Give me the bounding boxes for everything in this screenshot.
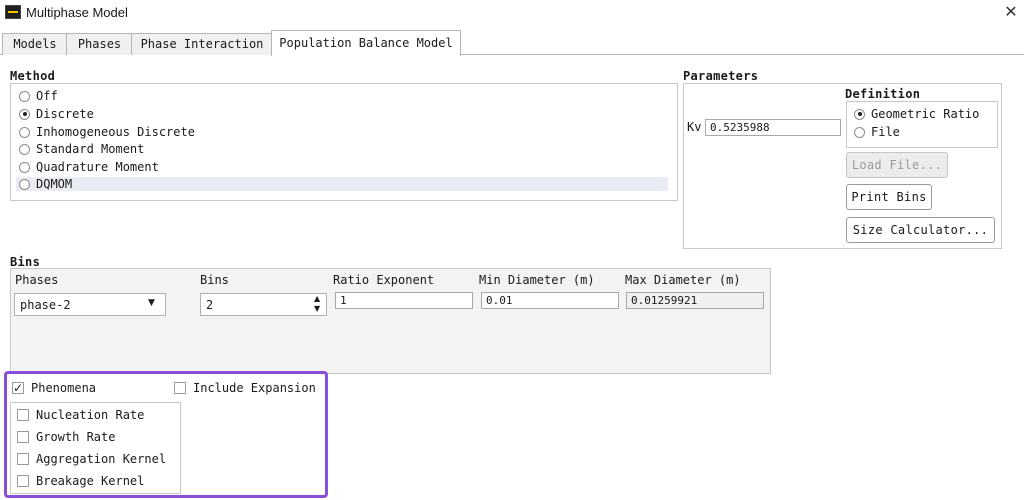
method-option-dqmom[interactable]: DQMOM bbox=[19, 176, 72, 192]
load-file-button[interactable]: Load File... bbox=[846, 152, 948, 178]
method-option-inhomogeneous-discrete[interactable]: Inhomogeneous Discrete bbox=[19, 124, 195, 140]
tab-models[interactable]: Models bbox=[2, 33, 68, 55]
include-expansion-checkbox[interactable]: Include Expansion bbox=[174, 380, 316, 396]
phenomena-item-label: Aggregation Kernel bbox=[36, 452, 167, 466]
checkbox-icon[interactable] bbox=[17, 475, 29, 487]
checkbox-icon[interactable] bbox=[17, 409, 29, 421]
kv-input[interactable]: 0.5235988 bbox=[705, 119, 841, 136]
checkbox-checked-icon[interactable]: ✓ bbox=[12, 382, 24, 394]
growth-rate-checkbox[interactable]: Growth Rate bbox=[17, 429, 115, 445]
definition-option-label: Geometric Ratio bbox=[871, 107, 980, 121]
method-option-label: Quadrature Moment bbox=[36, 160, 159, 174]
bins-col-min-diameter: Min Diameter (m) bbox=[479, 273, 595, 287]
ratio-exponent-input[interactable]: 1 bbox=[335, 292, 473, 309]
size-calculator-button[interactable]: Size Calculator... bbox=[846, 217, 995, 243]
phenomena-item-label: Growth Rate bbox=[36, 430, 116, 444]
min-diameter-input[interactable]: 0.01 bbox=[481, 292, 619, 309]
checkbox-icon[interactable] bbox=[17, 431, 29, 443]
window-title: Multiphase Model bbox=[26, 5, 128, 20]
include-expansion-label: Include Expansion bbox=[193, 381, 316, 395]
method-option-label: Standard Moment bbox=[36, 142, 145, 156]
print-bins-button[interactable]: Print Bins bbox=[846, 184, 932, 210]
bins-col-ratio-exponent: Ratio Exponent bbox=[333, 273, 435, 287]
radio-icon[interactable] bbox=[19, 90, 30, 102]
phenomena-checkbox[interactable]: ✓ Phenomena bbox=[12, 380, 96, 396]
aggregation-kernel-checkbox[interactable]: Aggregation Kernel bbox=[17, 451, 166, 467]
tab-phase-interaction[interactable]: Phase Interaction bbox=[131, 33, 273, 55]
definition-group-title: Definition bbox=[845, 87, 921, 101]
method-option-label: Discrete bbox=[36, 107, 94, 121]
method-option-off[interactable]: Off bbox=[19, 88, 58, 104]
method-option-discrete[interactable]: Discrete bbox=[19, 106, 94, 122]
definition-option-file[interactable]: File bbox=[854, 124, 900, 140]
method-group-title: Method bbox=[10, 69, 56, 83]
method-option-standard-moment[interactable]: Standard Moment bbox=[19, 141, 144, 157]
method-option-label: Inhomogeneous Discrete bbox=[36, 125, 195, 139]
close-icon[interactable]: ✕ bbox=[1000, 2, 1022, 22]
breakage-kernel-checkbox[interactable]: Breakage Kernel bbox=[17, 473, 144, 489]
bins-col-bins: Bins bbox=[200, 273, 229, 287]
chevron-down-icon[interactable]: ▼ bbox=[148, 298, 155, 308]
bins-stepper[interactable]: 2 ▲ ▼ bbox=[200, 293, 327, 316]
method-option-label: Off bbox=[36, 89, 58, 103]
method-selected-row-highlight bbox=[16, 177, 668, 191]
bins-col-phases: Phases bbox=[15, 273, 59, 287]
radio-icon[interactable] bbox=[19, 161, 30, 173]
method-option-quadrature-moment[interactable]: Quadrature Moment bbox=[19, 159, 159, 175]
phenomena-item-label: Breakage Kernel bbox=[36, 474, 145, 488]
phenomena-item-label: Nucleation Rate bbox=[36, 408, 145, 422]
method-option-label: DQMOM bbox=[36, 177, 73, 191]
checkbox-icon[interactable] bbox=[17, 453, 29, 465]
phenomena-label: Phenomena bbox=[31, 381, 97, 395]
title-bar: Multiphase Model ✕ bbox=[0, 0, 1024, 26]
parameters-group-title: Parameters bbox=[683, 69, 759, 83]
phase-select[interactable]: phase-2 ▼ bbox=[14, 293, 166, 316]
radio-checked-icon[interactable] bbox=[19, 108, 30, 120]
radio-icon[interactable] bbox=[19, 143, 30, 155]
nucleation-rate-checkbox[interactable]: Nucleation Rate bbox=[17, 407, 144, 423]
bins-group-title: Bins bbox=[10, 255, 41, 269]
app-logo-icon bbox=[5, 5, 21, 19]
bins-stepper-value: 2 bbox=[206, 298, 214, 312]
radio-icon[interactable] bbox=[19, 178, 30, 190]
bins-col-max-diameter: Max Diameter (m) bbox=[625, 273, 741, 287]
radio-icon[interactable] bbox=[19, 126, 30, 138]
stepper-up-icon[interactable]: ▲ bbox=[314, 294, 320, 303]
tab-population-balance-model[interactable]: Population Balance Model bbox=[271, 30, 461, 56]
max-diameter-field: 0.01259921 bbox=[626, 292, 764, 309]
definition-option-label: File bbox=[871, 125, 900, 139]
checkbox-icon[interactable] bbox=[174, 382, 186, 394]
radio-checked-icon[interactable] bbox=[854, 108, 865, 120]
stepper-down-icon[interactable]: ▼ bbox=[314, 304, 320, 313]
definition-option-geometric-ratio[interactable]: Geometric Ratio bbox=[854, 106, 979, 122]
radio-icon[interactable] bbox=[854, 126, 865, 138]
phase-select-value: phase-2 bbox=[20, 298, 71, 312]
tab-phases[interactable]: Phases bbox=[66, 33, 133, 55]
kv-label: Kv bbox=[687, 120, 702, 134]
